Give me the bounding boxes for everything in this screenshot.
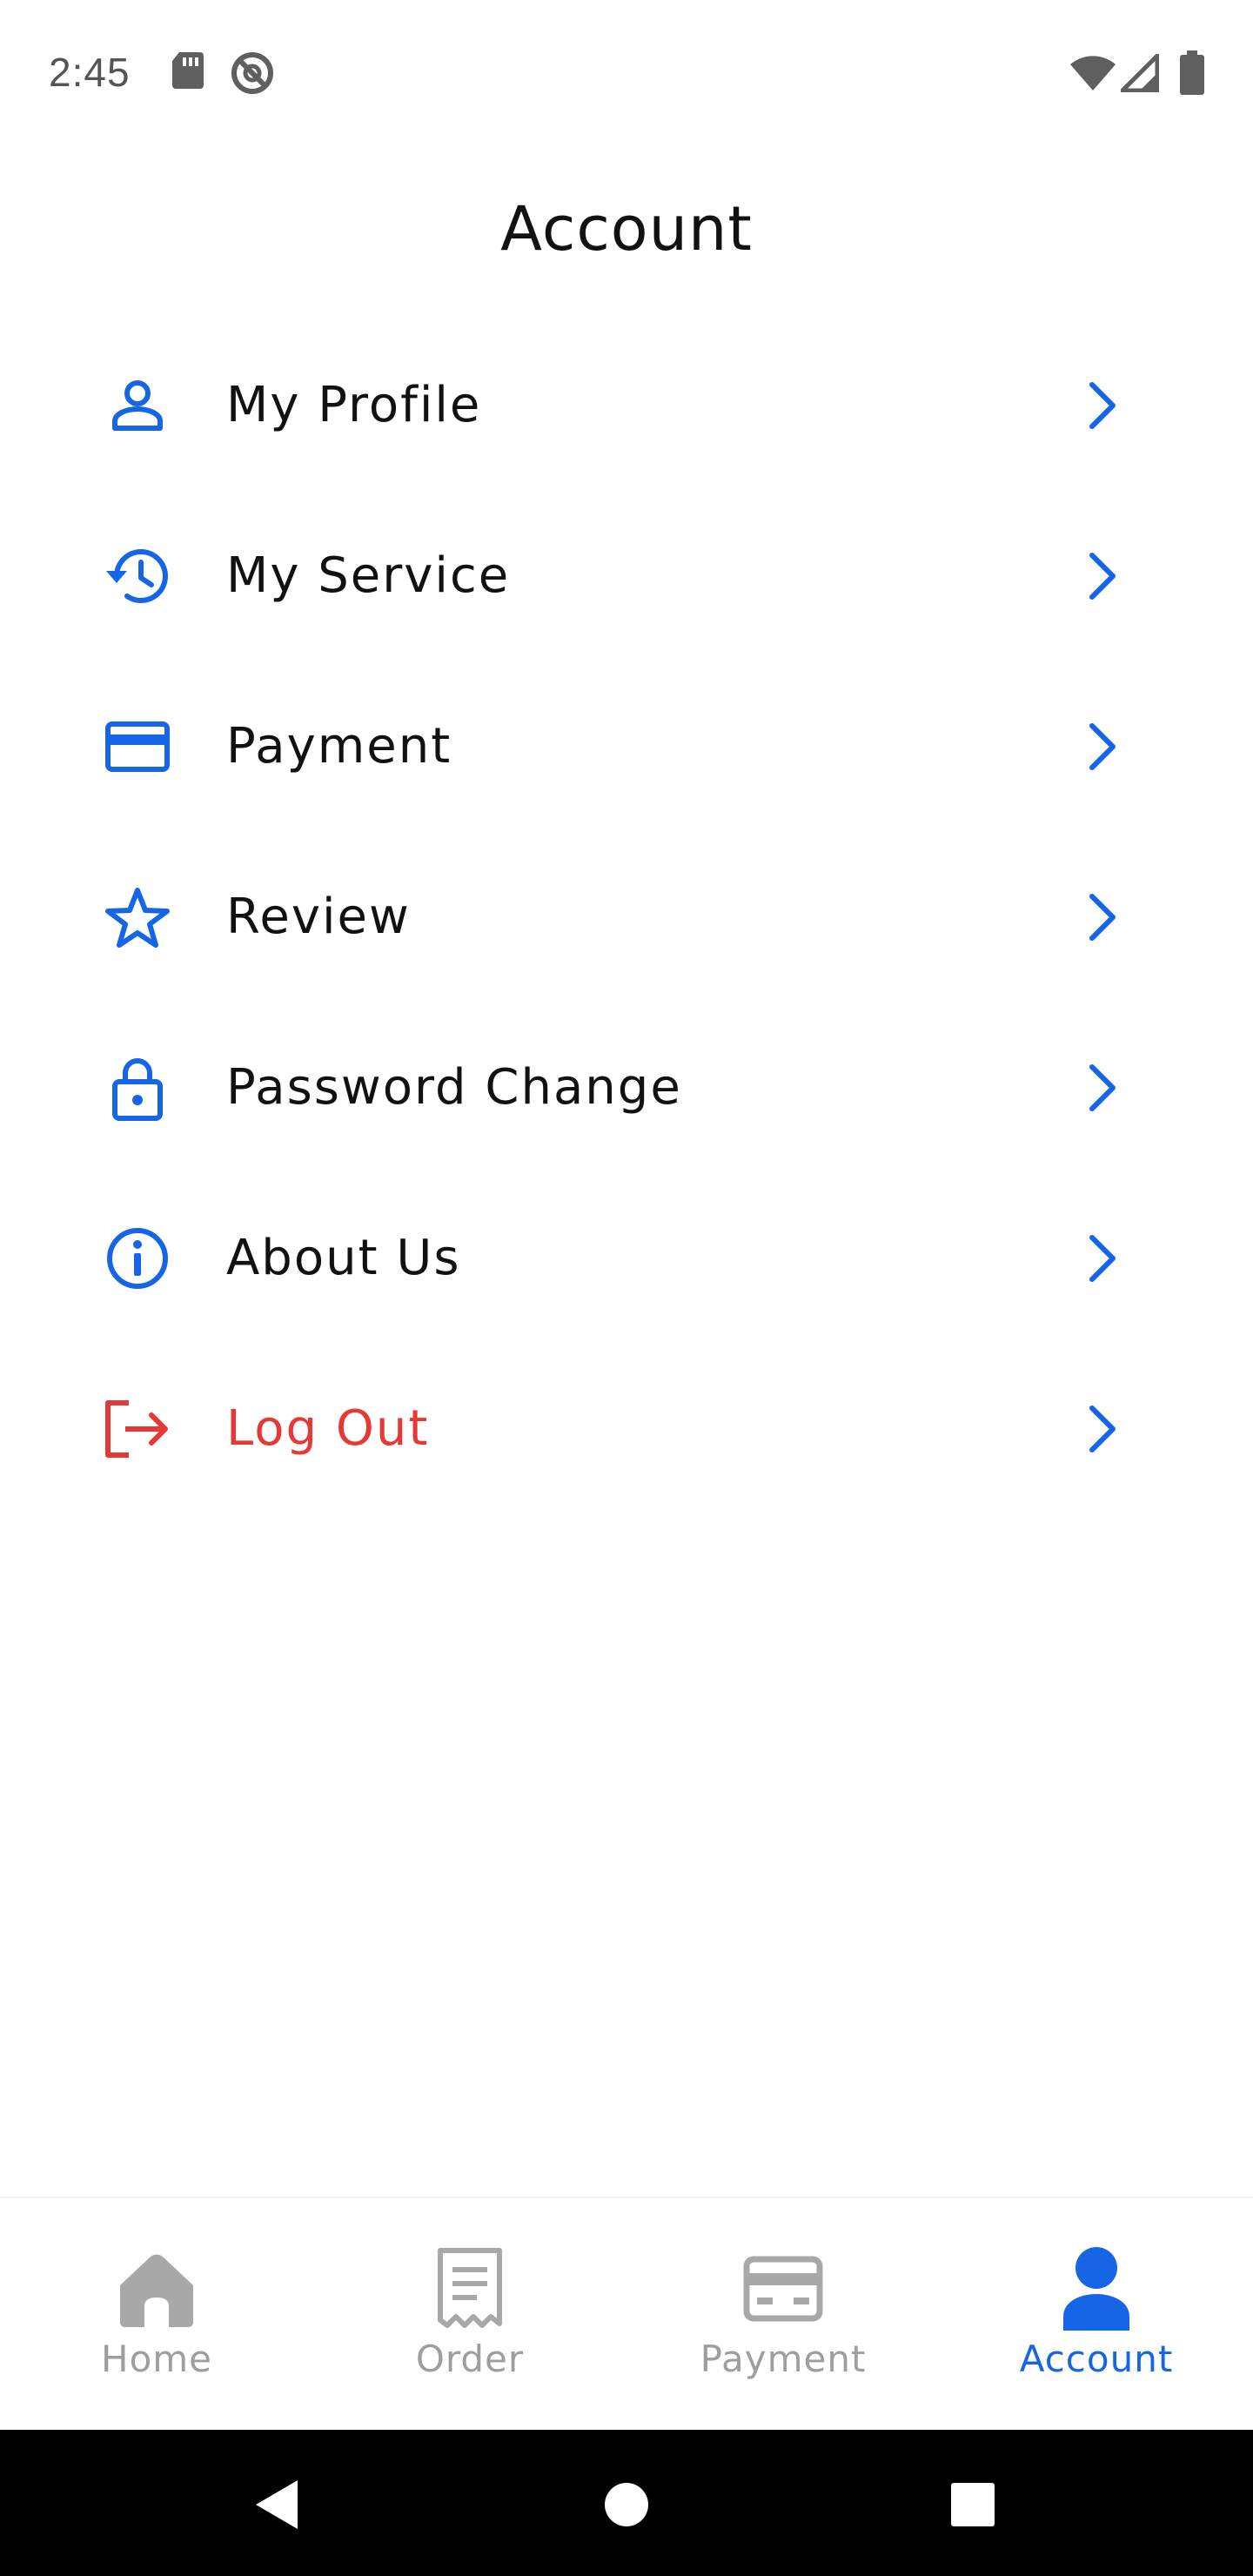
- chevron-right-icon: [1072, 1396, 1133, 1462]
- credit-card-icon: [97, 715, 178, 778]
- person-icon: [97, 374, 178, 437]
- system-navigation-bar: [0, 2430, 1253, 2576]
- chevron-right-icon: [1072, 543, 1133, 609]
- menu-item-label: My Profile: [226, 377, 482, 433]
- menu-item-review[interactable]: Review: [0, 832, 1253, 1003]
- chevron-right-icon: [1072, 1225, 1133, 1291]
- tab-account[interactable]: Account: [940, 2198, 1253, 2432]
- recents-square-icon[interactable]: [938, 2470, 1008, 2539]
- chevron-right-icon: [1072, 714, 1133, 780]
- wifi-icon: [1069, 54, 1117, 96]
- menu-item-payment[interactable]: Payment: [0, 661, 1253, 832]
- menu-item-password-change[interactable]: Password Change: [0, 1003, 1253, 1173]
- tab-label: Payment: [700, 2338, 867, 2380]
- home-icon: [113, 2245, 200, 2332]
- menu-item-label: Payment: [226, 718, 452, 775]
- logout-icon: [97, 1398, 178, 1460]
- status-bar: 2:45: [0, 0, 1253, 148]
- status-time: 2:45: [49, 50, 131, 95]
- page-title: Account: [500, 193, 753, 265]
- menu-item-log-out[interactable]: Log Out: [0, 1344, 1253, 1514]
- chevron-right-icon: [1072, 884, 1133, 950]
- menu-item-my-service[interactable]: My Service: [0, 491, 1253, 661]
- menu-item-label: Log Out: [226, 1400, 430, 1457]
- receipt-icon: [426, 2245, 513, 2332]
- menu-item-label: Review: [226, 889, 411, 945]
- menu-item-label: Password Change: [226, 1059, 682, 1116]
- account-menu: My Profile My Service Payment Review Pas…: [0, 320, 1253, 1514]
- info-icon: [97, 1227, 178, 1290]
- tab-home[interactable]: Home: [0, 2198, 313, 2432]
- tab-order[interactable]: Order: [313, 2198, 626, 2432]
- no-sync-icon: [230, 50, 275, 99]
- tab-payment[interactable]: Payment: [626, 2198, 940, 2432]
- menu-item-about-us[interactable]: About Us: [0, 1173, 1253, 1344]
- lock-icon: [97, 1057, 178, 1121]
- chevron-right-icon: [1072, 372, 1133, 439]
- payment-card-icon: [740, 2245, 827, 2332]
- bottom-navigation: Home Order Payment Account: [0, 2197, 1253, 2430]
- battery-icon: [1178, 50, 1206, 99]
- menu-item-label: My Service: [226, 547, 511, 604]
- home-circle-icon[interactable]: [592, 2470, 661, 2539]
- menu-item-my-profile[interactable]: My Profile: [0, 320, 1253, 491]
- sd-card-icon: [171, 50, 205, 94]
- account-icon: [1053, 2245, 1140, 2332]
- chevron-right-icon: [1072, 1055, 1133, 1121]
- tab-label: Home: [100, 2338, 213, 2380]
- star-icon: [97, 886, 178, 949]
- tab-label: Order: [415, 2338, 525, 2380]
- menu-item-label: About Us: [226, 1230, 461, 1286]
- history-icon: [97, 545, 178, 607]
- cell-signal-icon: [1120, 53, 1160, 96]
- tab-label: Account: [1019, 2338, 1174, 2380]
- back-icon[interactable]: [242, 2470, 312, 2539]
- account-screen: 2:45 Account My Profile My Service Payme…: [0, 0, 1253, 2576]
